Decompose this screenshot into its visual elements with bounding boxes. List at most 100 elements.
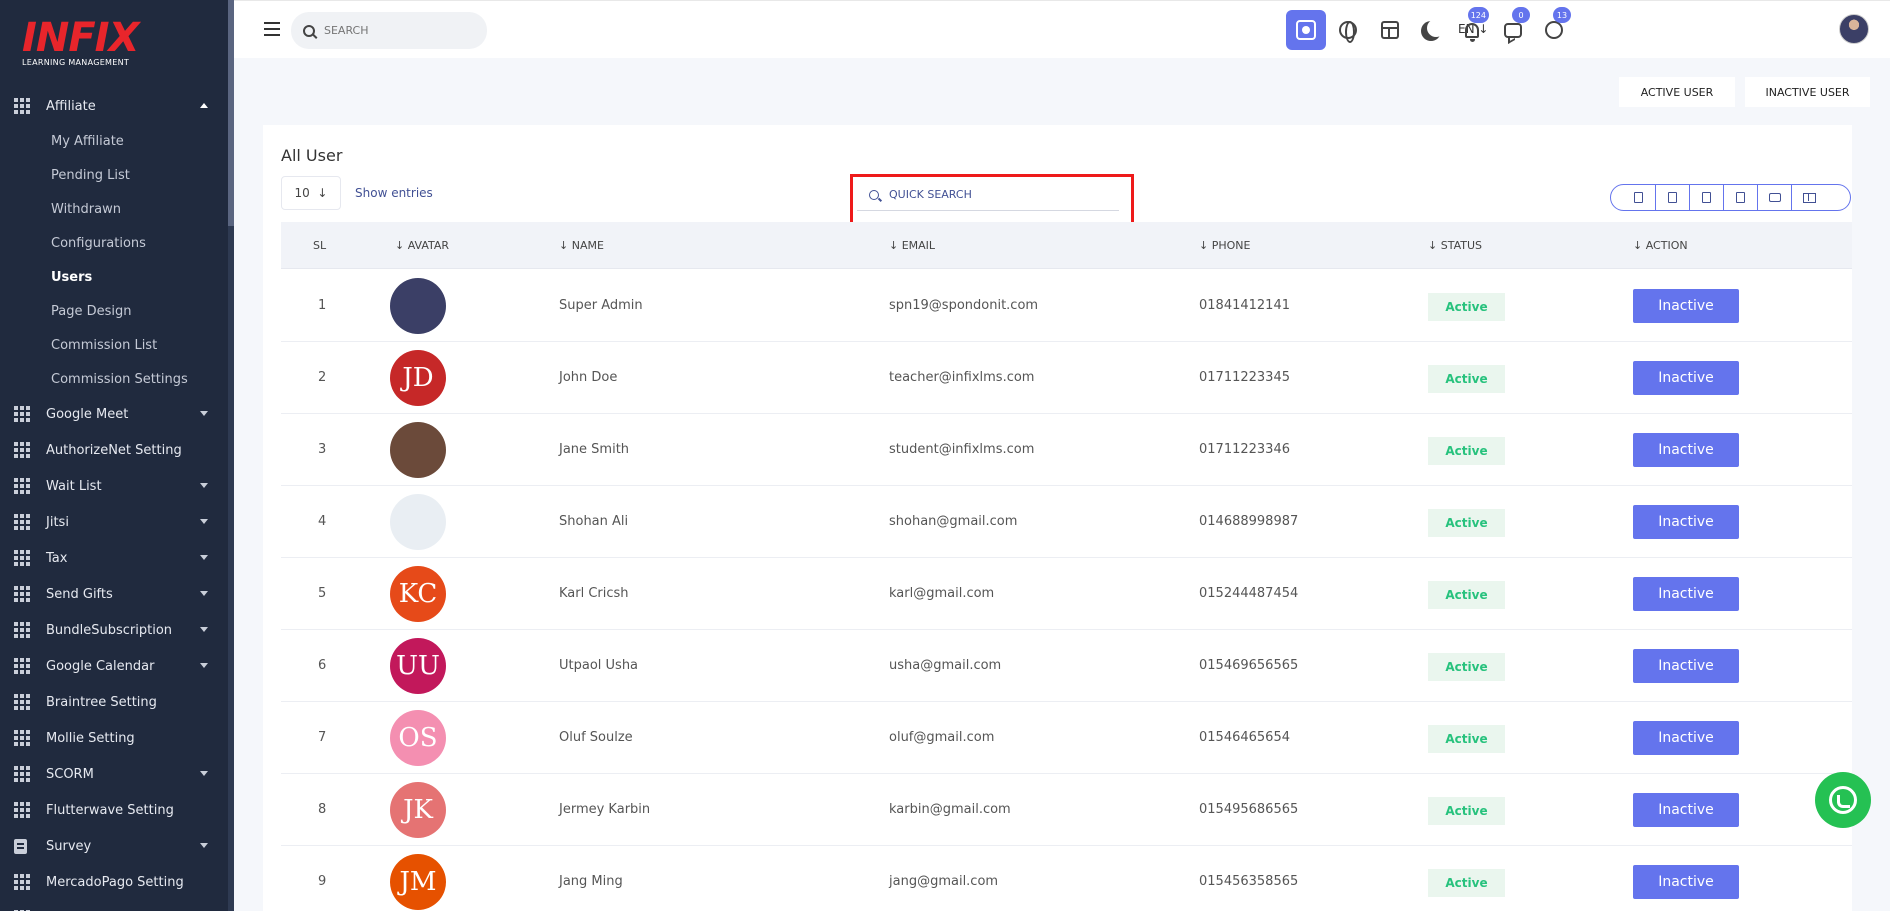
tab-all-user[interactable]: ALL USER: [1520, 77, 1598, 107]
sidebar-subitem[interactable]: Commission List: [0, 328, 228, 362]
excel-button[interactable]: [1656, 185, 1690, 210]
inactive-button[interactable]: Inactive: [1633, 577, 1739, 611]
layout-button[interactable]: [1370, 10, 1410, 50]
dark-mode-toggle[interactable]: [1411, 10, 1451, 50]
user-name: John Doe: [559, 370, 618, 385]
sidebar-item[interactable]: Tax: [0, 540, 228, 576]
cpu-icon: [1296, 20, 1316, 40]
row-sl: 8: [318, 802, 327, 817]
user-avatar[interactable]: [1839, 14, 1869, 44]
global-search-input[interactable]: [324, 24, 474, 37]
sidebar-subitem[interactable]: Page Design: [0, 294, 228, 328]
status-badge: Active: [1428, 365, 1505, 393]
sidebar-item[interactable]: Mollie Setting: [0, 720, 228, 756]
table-row: 4 Shohan Ali shohan@gmail.com 014688998987 A…: [281, 486, 1852, 558]
sidebar-item[interactable]: Flutterwave Setting: [0, 792, 228, 828]
col-email[interactable]: ↓ EMAIL: [889, 239, 935, 252]
avatar: KC: [390, 566, 446, 622]
grid-icon: [14, 874, 30, 890]
col-sl[interactable]: SL: [313, 239, 326, 252]
arrow-down-icon: ↓: [317, 185, 328, 200]
inactive-button[interactable]: Inactive: [1633, 865, 1739, 899]
print-button[interactable]: [1758, 185, 1792, 210]
grid-icon: [14, 406, 30, 422]
sidebar-item[interactable]: Send Gifts: [0, 576, 228, 612]
status-badge: Active: [1428, 509, 1505, 537]
col-action[interactable]: ↓ ACTION: [1633, 239, 1688, 252]
csv-button[interactable]: [1690, 185, 1724, 210]
inactive-button[interactable]: Inactive: [1633, 793, 1739, 827]
sidebar-item[interactable]: Wait List: [0, 468, 228, 504]
user-name: Shohan Ali: [559, 514, 629, 529]
tab-active-user[interactable]: ACTIVE USER: [1619, 77, 1735, 107]
sidebar-item[interactable]: Google Calendar: [0, 648, 228, 684]
hamburger-menu-icon[interactable]: [264, 22, 280, 36]
sidebar-item-label: Survey: [46, 838, 92, 854]
table-row: 6 UU Utpaol Usha usha@gmail.com 015469656565…: [281, 630, 1852, 702]
sidebar-item[interactable]: MercadoPago Setting: [0, 864, 228, 900]
sidebar-item[interactable]: SCORM: [0, 756, 228, 792]
whatsapp-button[interactable]: 13: [1534, 7, 1574, 50]
user-email: teacher@infixlms.com: [889, 370, 1035, 385]
messages-button[interactable]: 0: [1493, 7, 1533, 50]
table-row: 2 JD John Doe teacher@infixlms.com 017112233…: [281, 342, 1852, 414]
user-email: jang@gmail.com: [889, 874, 999, 889]
inactive-button[interactable]: Inactive: [1633, 721, 1739, 755]
tab-inactive-user[interactable]: INACTIVE USER: [1745, 77, 1870, 107]
user-email: shohan@gmail.com: [889, 514, 1018, 529]
sidebar-item[interactable]: Jitsi: [0, 504, 228, 540]
user-phone: 01711223345: [1199, 370, 1290, 385]
inactive-button[interactable]: Inactive: [1633, 361, 1739, 395]
table-row: 7 OS Oluf Soulze oluf@gmail.com 01546465654 A…: [281, 702, 1852, 774]
col-avatar[interactable]: ↓ AVATAR: [395, 239, 449, 252]
sidebar-subitem[interactable]: Withdrawn: [0, 192, 228, 226]
quick-search[interactable]: [857, 179, 1119, 211]
status-badge: Active: [1428, 797, 1505, 825]
notifications-button[interactable]: 124: [1452, 7, 1492, 50]
user-email: karbin@gmail.com: [889, 802, 1011, 817]
col-name[interactable]: ↓ NAME: [559, 239, 604, 252]
pdf-button[interactable]: [1724, 185, 1758, 210]
sidebar-item[interactable]: Braintree Setting: [0, 684, 228, 720]
sidebar-item-affiliate[interactable]: Affiliate: [0, 88, 228, 124]
grid-icon: [14, 766, 30, 782]
col-phone[interactable]: ↓ PHONE: [1199, 239, 1250, 252]
sidebar-item[interactable]: BundleSubscription: [0, 612, 228, 648]
grid-icon: [14, 98, 30, 114]
entries-value: 10: [294, 185, 310, 200]
sidebar-item[interactable]: Survey: [0, 828, 228, 864]
whatsapp-icon: [1829, 786, 1857, 814]
sidebar-item[interactable]: Google Meet: [0, 396, 228, 432]
grid-icon: [14, 586, 30, 602]
col-status[interactable]: ↓ STATUS: [1428, 239, 1482, 252]
sidebar-subitem[interactable]: Pending List: [0, 158, 228, 192]
row-sl: 1: [318, 298, 327, 313]
sidebar-subitem[interactable]: My Affiliate: [0, 124, 228, 158]
logo-tagline: LEARNING MANAGEMENT: [22, 58, 130, 67]
inactive-button[interactable]: Inactive: [1633, 649, 1739, 683]
inactive-button[interactable]: Inactive: [1633, 505, 1739, 539]
copy-button[interactable]: [1622, 185, 1656, 210]
sidebar-item[interactable]: Skill And Pathway: [0, 900, 228, 911]
global-search[interactable]: [291, 12, 487, 49]
sidebar-item[interactable]: AuthorizeNet Setting: [0, 432, 228, 468]
column-visibility-button[interactable]: [1792, 185, 1826, 210]
status-badge: Active: [1428, 869, 1505, 897]
sidebar-subitem[interactable]: Configurations: [0, 226, 228, 260]
columns-icon: [1802, 192, 1816, 203]
inactive-button[interactable]: Inactive: [1633, 433, 1739, 467]
whatsapp-chat-button[interactable]: [1815, 772, 1871, 828]
entries-select[interactable]: 10 ↓: [281, 175, 341, 210]
sidebar-subitem[interactable]: Users: [0, 260, 228, 294]
status-badge: Active: [1428, 653, 1505, 681]
website-button[interactable]: [1328, 10, 1368, 50]
sidebar-subitem[interactable]: Commission Settings: [0, 362, 228, 396]
brand-logo[interactable]: INFIX LEARNING MANAGEMENT: [22, 18, 139, 67]
module-settings-button[interactable]: [1286, 10, 1326, 50]
sidebar-scrollbar[interactable]: [228, 0, 234, 911]
status-badge: Active: [1428, 725, 1505, 753]
user-email: usha@gmail.com: [889, 658, 1002, 673]
quick-search-input[interactable]: [889, 188, 1089, 201]
inactive-button[interactable]: Inactive: [1633, 289, 1739, 323]
sidebar-item-label: Affiliate: [46, 98, 96, 114]
